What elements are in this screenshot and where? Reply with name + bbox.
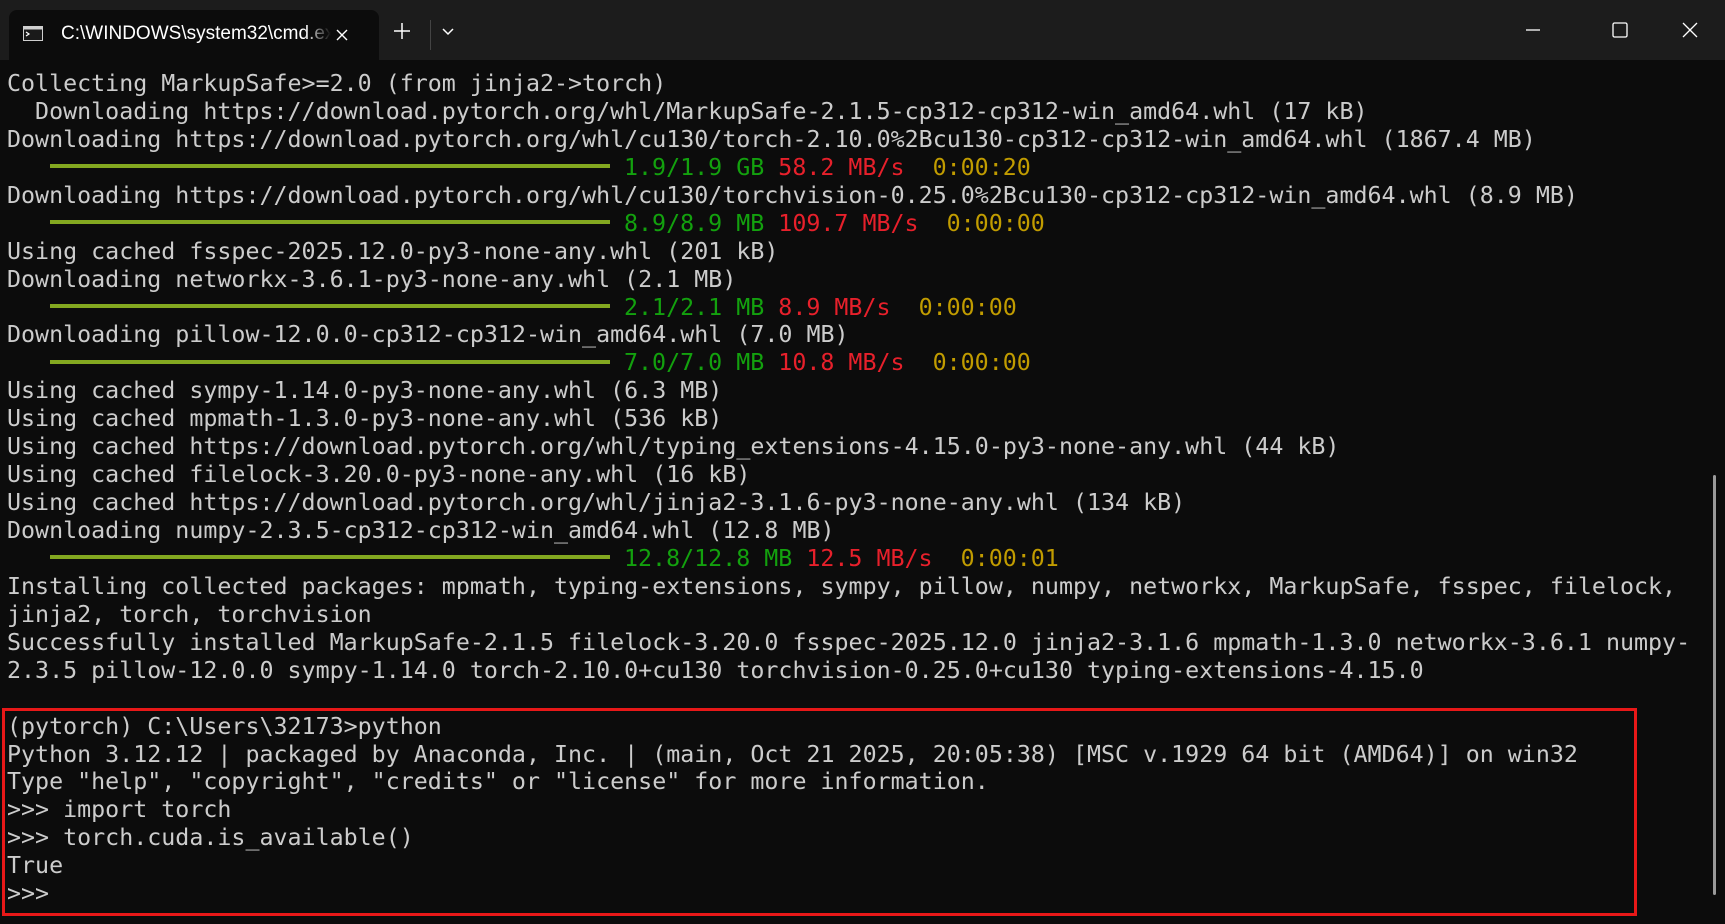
- progress-size: 7.0/7.0 MB: [624, 349, 765, 377]
- maximize-button[interactable]: [1587, 0, 1653, 60]
- close-tab-icon[interactable]: [331, 24, 353, 46]
- terminal-line: jinja2, torch, torchvision: [7, 600, 372, 628]
- tab-title: C:\WINDOWS\system32\cmd.exe: [61, 23, 331, 44]
- progress-speed: 10.8 MB/s: [778, 349, 905, 377]
- terminal-window: C:\WINDOWS\system32\cmd.exe Collecting M…: [0, 0, 1725, 924]
- close-icon: [1682, 22, 1698, 38]
- terminal-icon: [23, 26, 43, 41]
- progress-line: 2.1/2.1 MB 8.9 MB/s 0:00:00: [7, 294, 1712, 322]
- new-tab-button[interactable]: [387, 16, 417, 46]
- terminal-line: Installing collected packages: mpmath, t…: [7, 572, 1677, 600]
- progress-eta: 0:00:00: [918, 293, 1017, 321]
- progress-bar: [50, 555, 610, 560]
- progress-size: 1.9/1.9 GB: [624, 153, 765, 181]
- progress-bar: [50, 164, 610, 169]
- terminal-line: (pytorch) C:\Users\32173>python: [7, 712, 442, 740]
- progress-line: 7.0/7.0 MB 10.8 MB/s 0:00:00: [7, 349, 1712, 377]
- terminal-line: Using cached filelock-3.20.0-py3-none-an…: [7, 461, 751, 489]
- progress-eta: 0:00:00: [932, 349, 1031, 377]
- tab-cmd[interactable]: C:\WINDOWS\system32\cmd.exe: [9, 10, 379, 60]
- progress-eta: 0:00:00: [946, 209, 1045, 237]
- progress-line: 12.8/12.8 MB 12.5 MB/s 0:00:01: [7, 545, 1712, 573]
- progress-speed: 12.5 MB/s: [806, 544, 933, 572]
- terminal-line: Downloading https://download.pytorch.org…: [7, 125, 1536, 153]
- terminal-output[interactable]: Collecting MarkupSafe>=2.0 (from jinja2-…: [0, 60, 1712, 924]
- plus-icon: [394, 23, 410, 39]
- terminal-line: Downloading https://download.pytorch.org…: [7, 97, 1368, 125]
- tab-dropdown-button[interactable]: [433, 16, 463, 46]
- vertical-scrollbar[interactable]: [1713, 475, 1716, 895]
- progress-bar: [50, 304, 610, 308]
- progress-size: 12.8/12.8 MB: [624, 544, 793, 572]
- toolbar-divider: [430, 20, 431, 50]
- terminal-line: Collecting MarkupSafe>=2.0 (from jinja2-…: [7, 70, 667, 97]
- progress-bar: [50, 220, 610, 225]
- terminal-line: Using cached https://download.pytorch.or…: [7, 433, 1340, 461]
- title-bar[interactable]: C:\WINDOWS\system32\cmd.exe: [0, 0, 1725, 60]
- progress-speed: 109.7 MB/s: [778, 209, 919, 237]
- terminal-line: Using cached sympy-1.14.0-py3-none-any.w…: [7, 377, 723, 405]
- progress-speed: 58.2 MB/s: [778, 153, 905, 181]
- progress-eta: 0:00:20: [932, 153, 1031, 181]
- terminal-line: True: [7, 852, 64, 880]
- terminal-line: Using cached mpmath-1.3.0-py3-none-any.w…: [7, 405, 723, 433]
- terminal-line: Successfully installed MarkupSafe-2.1.5 …: [7, 628, 1691, 656]
- maximize-icon: [1612, 22, 1628, 38]
- terminal-line: Python 3.12.12 | packaged by Anaconda, I…: [7, 740, 1578, 768]
- progress-size: 2.1/2.1 MB: [624, 293, 765, 321]
- chevron-down-icon: [442, 28, 454, 36]
- terminal-line: Downloading https://download.pytorch.org…: [7, 181, 1578, 209]
- terminal-line: >>> import torch: [7, 796, 232, 824]
- terminal-line: 2.3.5 pillow-12.0.0 sympy-1.14.0 torch-2…: [7, 656, 1424, 684]
- terminal-line: Type "help", "copyright", "credits" or "…: [7, 768, 989, 796]
- progress-eta: 0:00:01: [960, 544, 1059, 572]
- progress-size: 8.9/8.9 MB: [624, 209, 765, 237]
- terminal-line: Downloading networkx-3.6.1-py3-none-any.…: [7, 265, 737, 293]
- terminal-line: Downloading pillow-12.0.0-cp312-cp312-wi…: [7, 321, 849, 349]
- terminal-line: Using cached https://download.pytorch.or…: [7, 489, 1186, 517]
- progress-line: 1.9/1.9 GB 58.2 MB/s 0:00:20: [7, 154, 1712, 182]
- progress-speed: 8.9 MB/s: [778, 293, 891, 321]
- terminal-line: Using cached fsspec-2025.12.0-py3-none-a…: [7, 237, 779, 265]
- terminal-line: Downloading numpy-2.3.5-cp312-cp312-win_…: [7, 517, 835, 544]
- progress-bar: [50, 359, 610, 364]
- progress-line: 8.9/8.9 MB 109.7 MB/s 0:00:00: [7, 210, 1712, 238]
- terminal-line: >>> torch.cuda.is_available(): [7, 824, 414, 852]
- minimize-icon: [1526, 29, 1540, 31]
- terminal-line: >>>: [7, 880, 64, 908]
- close-window-button[interactable]: [1657, 0, 1723, 60]
- minimize-button[interactable]: [1500, 0, 1566, 60]
